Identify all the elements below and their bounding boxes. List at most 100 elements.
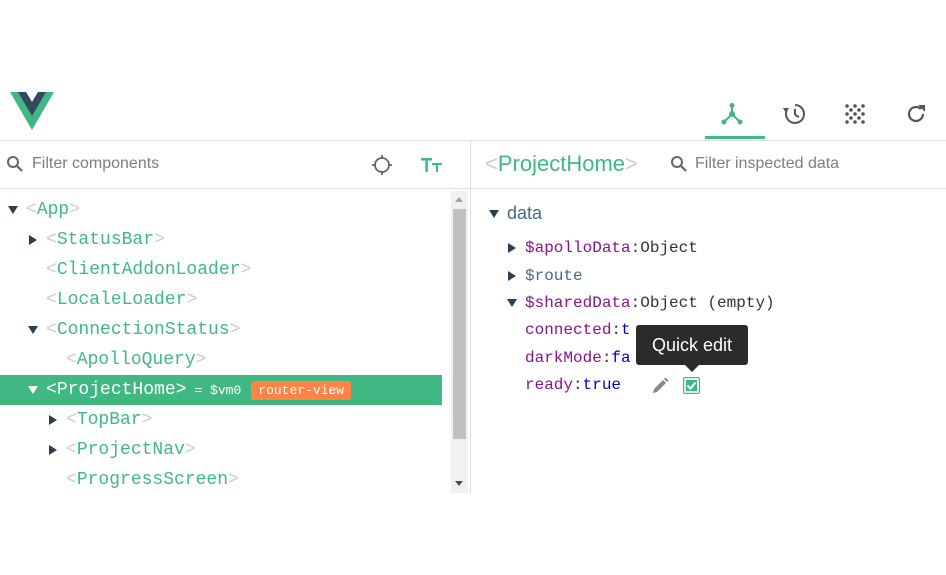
collapse-arrow-icon[interactable]: [29, 235, 37, 245]
tree-row-app[interactable]: < App >: [0, 195, 442, 225]
component-name: ClientAddonLoader: [56, 260, 241, 280]
inspector-search-divider: [471, 188, 946, 189]
prop-value[interactable]: t: [621, 321, 631, 339]
prop-key: $apolloData: [525, 239, 631, 257]
tab-components[interactable]: [714, 96, 750, 132]
prop-key: darkMode: [525, 349, 602, 367]
refresh-icon: [907, 105, 925, 123]
expand-arrow-icon[interactable]: [28, 326, 38, 334]
prop-value[interactable]: fa: [611, 349, 630, 367]
data-prop-route[interactable]: $route: [507, 265, 583, 287]
open-bracket: <: [26, 200, 37, 220]
tree-row-projectnav[interactable]: < ProjectNav >: [0, 435, 442, 465]
components-search-divider: [0, 188, 470, 189]
open-bracket: <: [66, 470, 77, 490]
open-bracket: <: [66, 410, 77, 430]
tooltip-arrow: [685, 365, 699, 372]
tab-vuex[interactable]: [837, 96, 873, 132]
prop-colon: :: [601, 349, 612, 367]
expand-arrow-icon[interactable]: [28, 386, 38, 394]
components-search-bar: [0, 141, 470, 188]
collapse-arrow-icon[interactable]: [508, 243, 516, 253]
font-size-toggle[interactable]: [418, 153, 446, 177]
filter-inspected-data-input[interactable]: [695, 151, 935, 177]
data-prop-shareddata[interactable]: $sharedData: Object (empty): [507, 292, 775, 314]
component-name: ConnectionStatus: [56, 320, 230, 340]
collapse-arrow-icon[interactable]: [49, 415, 57, 425]
tab-history[interactable]: [776, 96, 812, 132]
component-name: ApolloQuery: [76, 350, 196, 370]
open-bracket: <: [66, 350, 77, 370]
components-panel: <App><StatusBar><ClientAddonLoader><Loca…: [0, 141, 470, 493]
open-bracket: <: [46, 290, 57, 310]
tree-row-projecthome[interactable]: < ProjectHome > = $vm0 router-view: [0, 375, 442, 405]
collapse-arrow-icon[interactable]: [508, 271, 516, 281]
component-name: ProjectHome: [56, 380, 176, 400]
expand-arrow-icon: [489, 209, 499, 218]
title-component-name: ProjectHome: [497, 151, 626, 176]
open-bracket: <: [66, 440, 77, 460]
refresh-button[interactable]: [898, 96, 934, 132]
tree-row-apolloquery[interactable]: < ApolloQuery >: [0, 345, 442, 375]
close-bracket: >: [229, 320, 241, 340]
close-bracket: >: [141, 410, 153, 430]
data-prop-connected: connected: t: [525, 319, 631, 341]
data-section-header[interactable]: data: [489, 203, 542, 224]
tree-row-statusbar[interactable]: < StatusBar >: [0, 225, 442, 255]
scrollbar-thumb[interactable]: [453, 209, 466, 439]
scroll-up-arrow[interactable]: [455, 197, 463, 202]
search-icon: [7, 156, 23, 172]
prop-value[interactable]: true: [583, 376, 621, 394]
open-bracket: <: [46, 230, 57, 250]
inspector-panel: <ProjectHome> data $apolloData: Object $r…: [471, 141, 946, 493]
close-bracket: >: [175, 380, 187, 400]
close-bracket: >: [240, 260, 252, 280]
prop-key: $sharedData: [525, 294, 631, 312]
prop-key: connected: [525, 321, 612, 339]
prop-colon: :: [573, 376, 583, 394]
component-name: TopBar: [76, 410, 142, 430]
inspected-component-title: <ProjectHome>: [485, 151, 638, 177]
crosshair-icon: [372, 155, 392, 175]
ready-checkbox[interactable]: [683, 377, 700, 394]
tree-row-connectionstatus[interactable]: < ConnectionStatus >: [0, 315, 442, 345]
component-name: ProjectNav: [76, 440, 185, 460]
vue-logo-icon: [10, 92, 54, 130]
data-prop-darkmode: darkMode: fa: [525, 347, 631, 369]
component-tree: < App > < StatusBar > < ClientAddonLoader > < Loca…: [0, 195, 450, 493]
close-bracket: >: [154, 230, 165, 250]
title-open-bracket: <: [485, 151, 498, 176]
scroll-down-arrow[interactable]: [455, 481, 463, 486]
components-tree-icon: [721, 103, 743, 125]
collapse-arrow-icon[interactable]: [49, 445, 57, 455]
history-icon: [783, 104, 805, 124]
prop-value: Object: [640, 239, 698, 257]
expand-arrow-icon[interactable]: [8, 206, 18, 214]
component-name: App: [36, 200, 70, 220]
open-bracket: <: [46, 320, 57, 340]
open-bracket: <: [46, 380, 57, 400]
close-bracket: >: [186, 290, 198, 310]
data-section-title: data: [507, 203, 543, 223]
data-prop-apollodata[interactable]: $apolloData: Object: [507, 237, 698, 259]
prop-colon: :: [611, 321, 622, 339]
tree-row-progressscreen[interactable]: < ProgressScreen >: [0, 465, 442, 493]
select-component-button[interactable]: [370, 153, 394, 177]
component-name: LocaleLoader: [56, 290, 187, 310]
title-close-bracket: >: [625, 151, 638, 176]
text-size-icon: [421, 158, 442, 172]
close-bracket: >: [195, 350, 207, 370]
open-bracket: <: [46, 260, 57, 280]
prop-colon: :: [630, 239, 641, 257]
tree-row-topbar[interactable]: < TopBar >: [0, 405, 442, 435]
component-name: StatusBar: [56, 230, 155, 250]
vuex-grid-icon: [845, 104, 865, 124]
tree-row-localeloader[interactable]: < LocaleLoader >: [0, 285, 442, 315]
tree-row-clientaddonloader[interactable]: < ClientAddonLoader >: [0, 255, 442, 285]
filter-components-input[interactable]: [32, 151, 352, 177]
search-icon: [671, 156, 687, 172]
expand-arrow-icon[interactable]: [507, 299, 517, 307]
pencil-icon[interactable]: [651, 377, 669, 395]
checkbox-checked-icon: [684, 378, 699, 393]
close-bracket: >: [184, 440, 196, 460]
